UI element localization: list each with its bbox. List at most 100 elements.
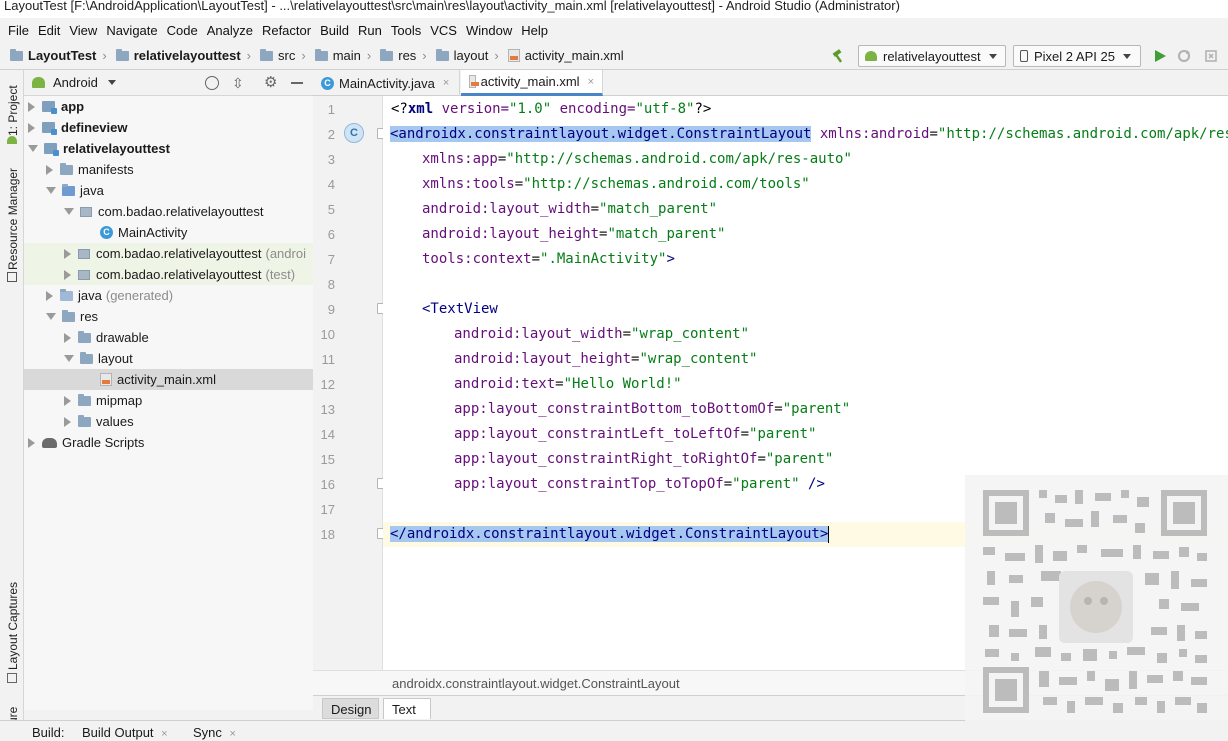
apply-code-changes-icon[interactable] (1203, 48, 1219, 64)
locate-target-icon[interactable] (205, 76, 219, 90)
close-icon[interactable]: × (230, 728, 236, 740)
chevron-down-icon[interactable] (107, 80, 116, 85)
tab-mainactivity-java[interactable]: C MainActivity.java × (313, 70, 460, 96)
minimize-icon[interactable] (291, 82, 303, 84)
tree-item-gradle-scripts[interactable]: Gradle Scripts (24, 432, 313, 453)
menu-file[interactable]: File (4, 23, 33, 38)
line-number: 8 (327, 277, 335, 292)
tree-item-java-generated[interactable]: java (generated) (24, 285, 313, 306)
left-tool-strip: 1: Project Resource Manager Layout Captu… (0, 70, 24, 741)
line-number: 14 (320, 427, 335, 442)
android-icon (7, 136, 17, 144)
tool-tab-layout-captures[interactable]: Layout Captures (6, 582, 20, 670)
breadcrumb-separator-icon: › (422, 48, 427, 63)
collapse-arrow-icon[interactable] (46, 187, 56, 194)
source-folder-icon (62, 183, 75, 196)
collapse-arrow-icon[interactable] (46, 313, 56, 320)
tool-tab-resource-manager[interactable]: Resource Manager (6, 168, 20, 270)
collapse-all-icon[interactable]: ⇳ (232, 75, 244, 92)
gear-icon[interactable]: ⚙ (264, 73, 277, 91)
collapse-arrow-icon[interactable] (64, 355, 74, 362)
editor-tab-bar: C MainActivity.java × activity_main.xml … (313, 70, 1228, 96)
expand-arrow-icon[interactable] (64, 416, 71, 427)
tree-item-package-test[interactable]: com.badao.relativelayouttest (test) (24, 264, 313, 285)
run-play-icon[interactable] (1152, 48, 1168, 64)
line-number: 3 (327, 152, 335, 167)
tree-item-activity-main-xml[interactable]: activity_main.xml (24, 369, 313, 390)
expand-arrow-icon[interactable] (28, 101, 35, 112)
menu-refactor[interactable]: Refactor (258, 23, 315, 38)
generated-folder-icon (60, 288, 73, 301)
expand-arrow-icon[interactable] (28, 437, 35, 448)
expand-arrow-icon[interactable] (64, 395, 71, 406)
tool-tab-project[interactable]: 1: Project (6, 85, 20, 136)
expand-arrow-icon[interactable] (64, 269, 71, 280)
breadcrumb-separator-icon: › (494, 48, 499, 63)
menu-vcs[interactable]: VCS (426, 23, 461, 38)
tree-item-defineview[interactable]: defineview (24, 117, 313, 138)
tab-activity-main-xml[interactable]: activity_main.xml × (461, 70, 603, 96)
line-number: 1 (327, 102, 335, 117)
menu-run[interactable]: Run (354, 23, 386, 38)
xml-file-icon (507, 49, 520, 62)
device-select[interactable]: Pixel 2 API 25 (1013, 45, 1141, 67)
tree-item-mipmap[interactable]: mipmap (24, 390, 313, 411)
menu-edit[interactable]: Edit (34, 23, 64, 38)
tab-build-output[interactable]: Build Output × (82, 725, 168, 740)
breadcrumb-item-res[interactable]: res › (380, 48, 431, 63)
tree-item-res[interactable]: res (24, 306, 313, 327)
close-icon[interactable]: × (161, 728, 167, 740)
menu-code[interactable]: Code (163, 23, 202, 38)
expand-arrow-icon[interactable] (64, 248, 71, 259)
tree-item-app[interactable]: app (24, 96, 313, 117)
tree-item-drawable[interactable]: drawable (24, 327, 313, 348)
expand-arrow-icon[interactable] (46, 290, 53, 301)
package-icon (78, 269, 90, 280)
expand-arrow-icon[interactable] (28, 122, 35, 133)
line-number: 18 (320, 527, 335, 542)
menu-view[interactable]: View (65, 23, 101, 38)
breadcrumb-item-file[interactable]: activity_main.xml (507, 48, 624, 63)
tree-item-package[interactable]: com.badao.relativelayouttest (24, 201, 313, 222)
code-line-10: android:layout_width="wrap_content" (454, 326, 750, 342)
class-gutter-icon[interactable]: C (344, 123, 364, 143)
tree-item-manifests[interactable]: manifests (24, 159, 313, 180)
tab-design[interactable]: Design (322, 698, 379, 719)
tree-item-package-androidtest[interactable]: com.badao.relativelayouttest (androi (24, 243, 313, 264)
tree-item-mainactivity[interactable]: C MainActivity (24, 222, 313, 243)
tab-text[interactable]: Text (383, 698, 431, 719)
project-view-select[interactable]: Android (53, 75, 98, 90)
code-line-4: xmlns:tools="http://schemas.android.com/… (422, 176, 810, 192)
breadcrumb-item-layout[interactable]: layout › (435, 48, 504, 63)
tab-sync[interactable]: Sync × (193, 725, 236, 740)
breadcrumb-item-main[interactable]: main › (314, 48, 377, 63)
tree-item-java[interactable]: java (24, 180, 313, 201)
breadcrumb-item-project[interactable]: LayoutTest › (10, 48, 112, 63)
collapse-arrow-icon[interactable] (28, 145, 38, 152)
menu-navigate[interactable]: Navigate (102, 23, 161, 38)
tree-item-layout[interactable]: layout (24, 348, 313, 369)
expand-arrow-icon[interactable] (64, 332, 71, 343)
menu-help[interactable]: Help (517, 23, 552, 38)
line-number: 16 (320, 477, 335, 492)
menu-analyze[interactable]: Analyze (203, 23, 257, 38)
close-icon[interactable]: × (588, 76, 594, 88)
project-tree: app defineview relativelayouttest manife… (24, 96, 313, 710)
code-line-7: tools:context=".MainActivity"> (422, 251, 675, 267)
layout-captures-icon (7, 673, 17, 683)
menu-build[interactable]: Build (316, 23, 353, 38)
menu-tools[interactable]: Tools (387, 23, 425, 38)
expand-arrow-icon[interactable] (46, 164, 53, 175)
tree-item-values[interactable]: values (24, 411, 313, 432)
resource-folder-icon (62, 309, 75, 322)
apply-changes-icon[interactable] (1176, 48, 1192, 64)
close-icon[interactable]: × (443, 77, 449, 89)
breadcrumb-separator-icon: › (246, 48, 252, 63)
breadcrumb-item-module[interactable]: relativelayouttest › (115, 48, 256, 63)
make-project-hammer-icon[interactable] (831, 48, 847, 64)
menu-window[interactable]: Window (462, 23, 516, 38)
tree-item-relativelayouttest[interactable]: relativelayouttest (24, 138, 313, 159)
breadcrumb-item-src[interactable]: src › (260, 48, 311, 63)
run-configuration-select[interactable]: relativelayouttest (858, 45, 1006, 67)
collapse-arrow-icon[interactable] (64, 208, 74, 215)
